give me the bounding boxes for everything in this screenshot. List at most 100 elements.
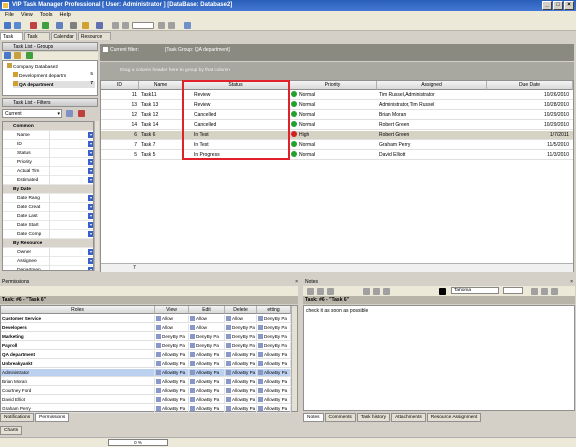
filter-property[interactable]: Owner▾ [3, 248, 94, 257]
perm-delete[interactable]: DenyBy Pa [225, 333, 257, 341]
tab-resource-assignment[interactable]: Resource Assignment [427, 413, 482, 422]
perm-setting[interactable]: AllowBy Pa [257, 360, 291, 368]
perm-view[interactable]: AllowBy Pa [155, 351, 189, 359]
perm-view[interactable]: AllowBy Pa [155, 360, 189, 368]
filter-property[interactable]: Date Last▾ [3, 212, 94, 221]
align-center-icon[interactable] [541, 288, 548, 295]
filter-property[interactable]: Date Start▾ [3, 221, 94, 230]
filter-select[interactable]: Current ▾ [2, 109, 62, 118]
menu-tools[interactable]: Tools [40, 11, 53, 20]
tab-task-history[interactable]: Task history [357, 413, 390, 422]
col-due-date[interactable]: Due Date [487, 81, 573, 90]
task-row[interactable]: 5Task 5In ProgressNormalDavid Elliott11/… [101, 151, 573, 160]
col-view[interactable]: View [155, 306, 189, 314]
col-setting-permission[interactable]: etting permission [257, 306, 291, 314]
perm-edit[interactable]: Allow [189, 315, 225, 323]
tab-resource-list[interactable]: Resource List [78, 32, 111, 40]
filter-property[interactable]: Estimated▾ [3, 176, 94, 185]
tab-notifications[interactable]: Notifications [0, 413, 34, 422]
add-group-icon[interactable] [4, 52, 11, 59]
filter-clear-icon[interactable] [78, 110, 85, 117]
tab-task-list[interactable]: Task List [0, 32, 23, 40]
copy-icon[interactable] [317, 288, 324, 295]
menu-file[interactable]: File [5, 11, 14, 20]
perm-edit[interactable]: Allow [189, 324, 225, 332]
permission-row[interactable]: Courtney FordAllowBy PaAllowBy PaAllowBy… [1, 387, 291, 395]
maximize-button[interactable]: □ [553, 1, 563, 10]
perm-view[interactable]: DenyBy Pa [155, 342, 189, 350]
align-right-icon[interactable] [551, 288, 558, 295]
font-select[interactable]: Tahoma [451, 287, 499, 294]
permission-row[interactable]: Graham PerryAllowBy PaAllowBy PaAllowBy … [1, 405, 291, 413]
tab-comments[interactable]: Comments [325, 413, 356, 422]
perm-delete[interactable]: AllowBy Pa [225, 387, 257, 395]
filter-property[interactable]: Status▾ [3, 149, 94, 158]
permission-row[interactable]: PayrollDenyBy PaDenyBy PaDenyBy PaDenyBy… [1, 342, 291, 350]
tab-notes[interactable]: Notes [303, 413, 324, 422]
col-name[interactable]: Name [139, 81, 183, 90]
task-row[interactable]: 12Task 12CancelledNormalBrian Moran10/29… [101, 111, 573, 120]
calendar-icon[interactable] [96, 22, 103, 29]
settings-icon[interactable] [184, 22, 191, 29]
perm-edit[interactable]: AllowBy Pa [189, 378, 225, 386]
tab-attachments[interactable]: Attachments [391, 413, 426, 422]
filter-property[interactable]: Date Creat▾ [3, 203, 94, 212]
tree-item-development[interactable]: Development departm 5 [13, 72, 95, 79]
new-task-icon[interactable] [4, 22, 11, 29]
folder-group-icon[interactable] [14, 52, 21, 59]
cut-icon[interactable] [307, 288, 314, 295]
perm-edit[interactable]: AllowBy Pa [189, 405, 225, 413]
tree-item-company[interactable]: Company Database2 [7, 63, 58, 70]
filter-category[interactable]: By Date [3, 185, 94, 194]
perm-setting[interactable]: AllowBy Pa [257, 351, 291, 359]
filter-property[interactable]: Date Rang▾ [3, 194, 94, 203]
permission-row[interactable]: David ElliotAllowBy PaAllowBy PaAllowBy … [1, 396, 291, 404]
perm-setting[interactable]: AllowBy Pa [257, 387, 291, 395]
filter-category[interactable]: Common [3, 122, 94, 131]
filter-property[interactable]: Assignee▾ [3, 257, 94, 266]
perm-delete[interactable]: DenyBy Pa [225, 342, 257, 350]
first-icon[interactable] [112, 22, 119, 29]
perm-edit[interactable]: DenyBy Pa [189, 333, 225, 341]
col-delete[interactable]: Delete [225, 306, 257, 314]
notes-editor[interactable]: check it as soon as possible [303, 305, 575, 411]
task-row[interactable]: 13Task 13ReviewNormalAdministrator,Tim R… [101, 101, 573, 110]
menu-help[interactable]: Help [60, 11, 71, 20]
refresh-group-icon[interactable] [26, 52, 33, 59]
paste-icon[interactable] [327, 288, 334, 295]
next-icon[interactable] [158, 22, 165, 29]
filter-property[interactable]: Name▾ [3, 131, 94, 140]
navigator-field[interactable] [132, 22, 154, 29]
task-row[interactable]: 11Task11ReviewNormalTim Russel,Administr… [101, 91, 573, 100]
minimize-button[interactable]: _ [542, 1, 552, 10]
perm-delete[interactable]: AllowBy Pa [225, 396, 257, 404]
filter-save-icon[interactable] [66, 110, 73, 117]
perm-view[interactable]: Allow [155, 324, 189, 332]
permission-row[interactable]: DevelopersAllowAllowDenyBy PaDenyBy Pa [1, 324, 291, 332]
perm-setting[interactable]: DenyBy Pa [257, 324, 291, 332]
bold-icon[interactable] [363, 288, 370, 295]
tab-charts[interactable]: Charts [0, 426, 22, 435]
col-edit[interactable]: Edit [189, 306, 225, 314]
permissions-scrollbar[interactable] [291, 306, 297, 411]
permission-row[interactable]: UnbreakyanktAllowBy PaAllowBy PaAllowBy … [1, 360, 291, 368]
perm-delete[interactable]: AllowBy Pa [225, 378, 257, 386]
filter-scrollbar[interactable] [94, 121, 99, 271]
close-icon[interactable]: × [295, 278, 298, 286]
filter-property[interactable]: Departmen▾ [3, 266, 94, 271]
perm-delete[interactable]: AllowBy Pa [225, 369, 257, 377]
filter-icon[interactable] [70, 22, 77, 29]
prev-icon[interactable] [122, 22, 129, 29]
perm-delete[interactable]: AllowBy Pa [225, 405, 257, 413]
col-roles[interactable]: Roles [1, 306, 155, 314]
group-by-area[interactable]: Drag a column header here to group by th… [100, 62, 574, 80]
perm-setting[interactable]: AllowBy Pa [257, 369, 291, 377]
last-icon[interactable] [168, 22, 175, 29]
perm-setting[interactable]: AllowBy Pa [257, 396, 291, 404]
perm-setting[interactable]: DenyBy Pa [257, 342, 291, 350]
perm-view[interactable]: AllowBy Pa [155, 378, 189, 386]
perm-edit[interactable]: AllowBy Pa [189, 387, 225, 395]
italic-icon[interactable] [373, 288, 380, 295]
perm-setting[interactable]: AllowBy Pa [257, 378, 291, 386]
perm-setting[interactable]: DenyBy Pa [257, 315, 291, 323]
